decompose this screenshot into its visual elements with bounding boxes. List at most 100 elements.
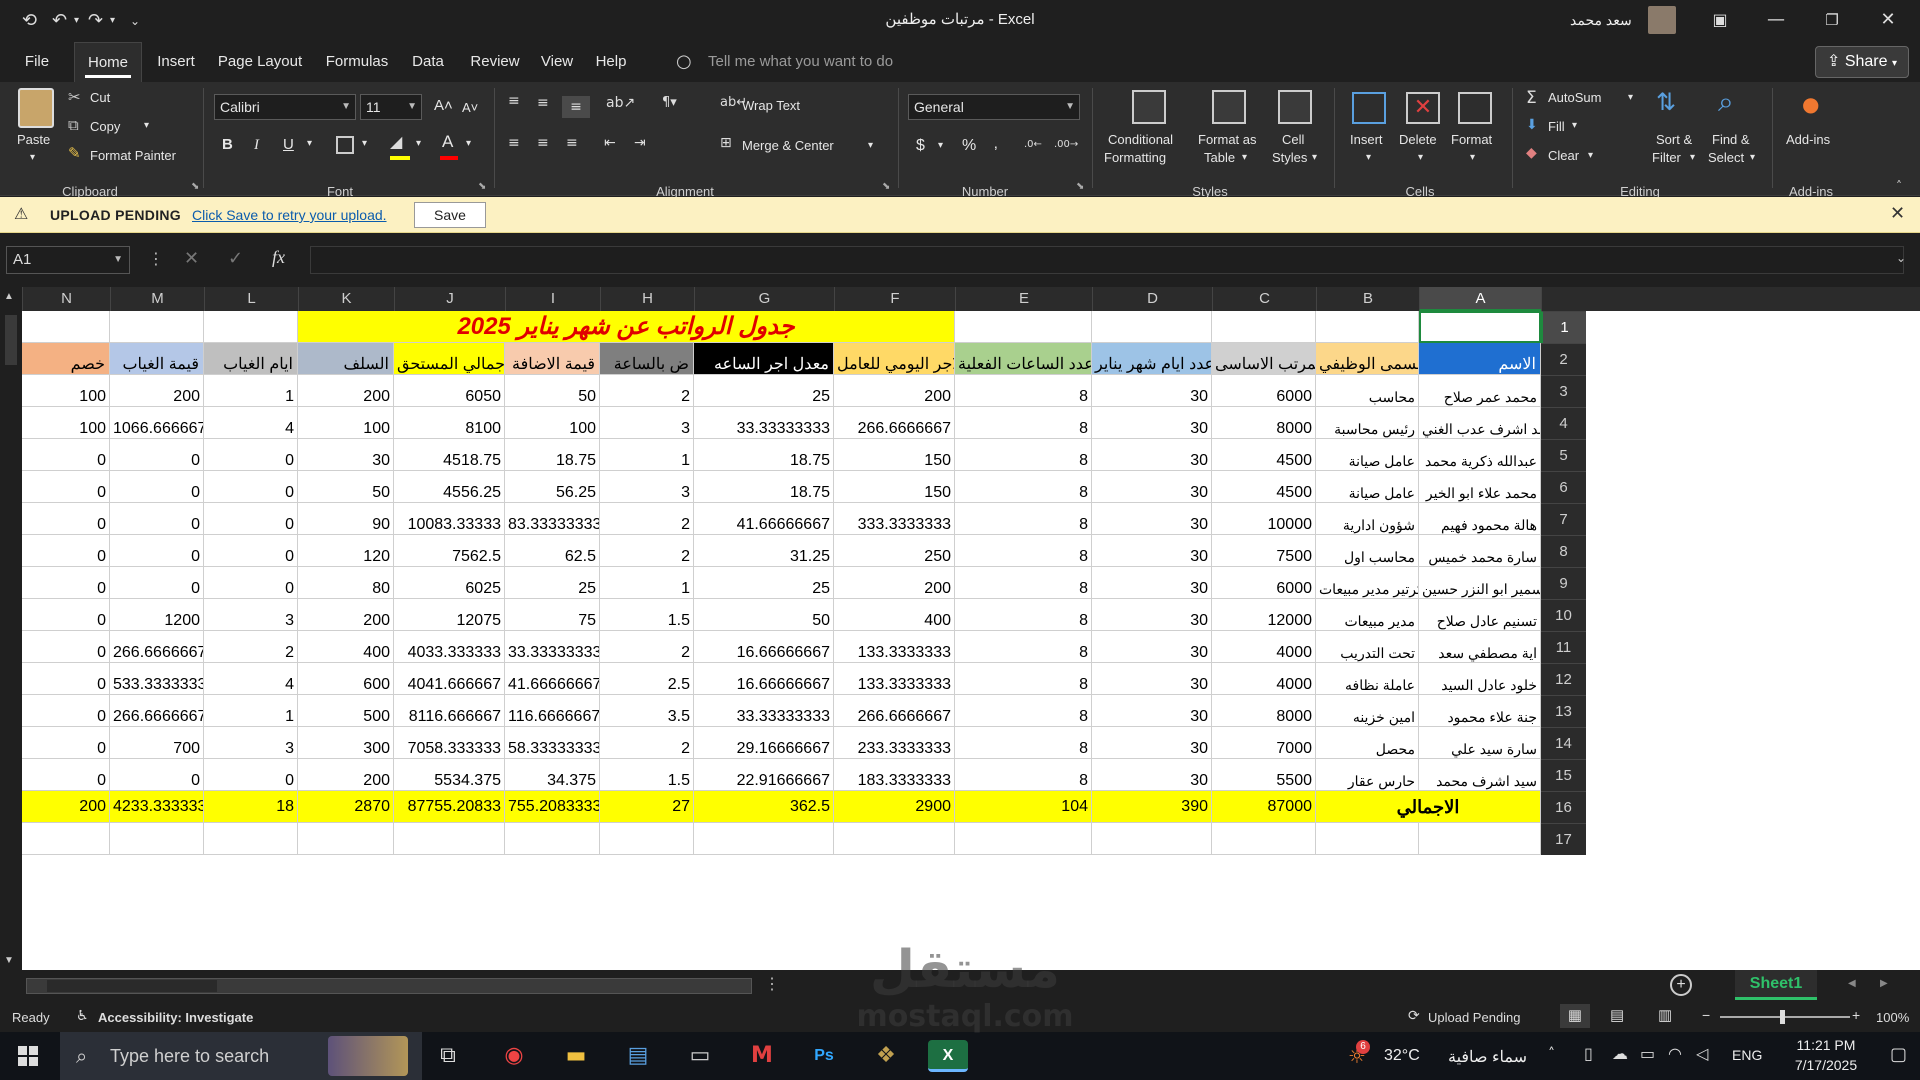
- cell[interactable]: [694, 823, 834, 855]
- cell[interactable]: [204, 311, 298, 343]
- value-cell[interactable]: 150: [834, 471, 955, 503]
- value-cell[interactable]: 30: [1092, 567, 1212, 599]
- value-cell[interactable]: 0: [204, 471, 298, 503]
- insert-chevron-icon[interactable]: ▾: [1366, 150, 1371, 166]
- job-title-cell[interactable]: رئيس محاسبة: [1316, 407, 1419, 439]
- value-cell[interactable]: 233.3333333: [834, 727, 955, 759]
- terminal-icon[interactable]: ▭: [680, 1040, 720, 1072]
- value-cell[interactable]: 100: [505, 407, 600, 439]
- value-cell[interactable]: 2.5: [600, 663, 694, 695]
- value-cell[interactable]: 2: [600, 375, 694, 407]
- copy-chevron-icon[interactable]: ▾: [144, 118, 149, 134]
- value-cell[interactable]: 4000: [1212, 631, 1316, 663]
- tab-data[interactable]: Data: [406, 42, 450, 82]
- increase-indent-icon[interactable]: ⇥: [634, 136, 646, 150]
- value-cell[interactable]: 4500: [1212, 471, 1316, 503]
- scissors-icon[interactable]: ✂: [68, 90, 81, 105]
- job-title-cell[interactable]: امين خزينه: [1316, 695, 1419, 727]
- orientation-icon[interactable]: ab↗: [606, 96, 635, 110]
- cell[interactable]: [1092, 311, 1212, 343]
- language-indicator[interactable]: ENG: [1732, 1047, 1762, 1063]
- delete-chevron-icon[interactable]: ▾: [1418, 150, 1423, 166]
- value-cell[interactable]: 3: [204, 599, 298, 631]
- tab-help[interactable]: Help: [592, 42, 630, 82]
- value-cell[interactable]: 4500: [1212, 439, 1316, 471]
- employee-name-cell[interactable]: عبدالله ذكرية محمد: [1419, 439, 1541, 471]
- value-cell[interactable]: 300: [298, 727, 394, 759]
- paste-button[interactable]: Paste: [17, 132, 50, 148]
- weather-text[interactable]: سماء صافية: [1448, 1047, 1527, 1067]
- photoshop-icon[interactable]: Ps: [804, 1040, 844, 1072]
- value-cell[interactable]: 7000: [1212, 727, 1316, 759]
- header-cell[interactable]: المسمى الوظيفي: [1316, 343, 1419, 375]
- value-cell[interactable]: 29.16666667: [694, 727, 834, 759]
- addins-button[interactable]: Add-ins: [1786, 132, 1830, 148]
- cell[interactable]: [394, 823, 505, 855]
- value-cell[interactable]: 2: [600, 727, 694, 759]
- value-cell[interactable]: 8: [955, 503, 1092, 535]
- value-cell[interactable]: 6000: [1212, 375, 1316, 407]
- value-cell[interactable]: 100: [22, 407, 110, 439]
- cell-styles-label-2[interactable]: Styles: [1272, 150, 1307, 166]
- column-header-b[interactable]: B: [1316, 287, 1419, 311]
- value-cell[interactable]: 0: [22, 727, 110, 759]
- job-title-cell[interactable]: شؤون ادارية: [1316, 503, 1419, 535]
- value-cell[interactable]: 333.3333333: [834, 503, 955, 535]
- total-cell[interactable]: 18: [204, 791, 298, 823]
- enter-icon[interactable]: ✓: [228, 248, 243, 269]
- value-cell[interactable]: 25: [694, 375, 834, 407]
- task-view-icon[interactable]: ⧉: [428, 1040, 468, 1072]
- employee-name-cell[interactable]: هالة محمود فهيم: [1419, 503, 1541, 535]
- value-cell[interactable]: 0: [204, 503, 298, 535]
- value-cell[interactable]: 8: [955, 439, 1092, 471]
- value-cell[interactable]: 18.75: [694, 439, 834, 471]
- align-left-icon[interactable]: ≡: [508, 136, 520, 150]
- percent-button[interactable]: %: [962, 138, 976, 154]
- font-color-chevron-icon[interactable]: ▾: [466, 136, 471, 152]
- value-cell[interactable]: 3: [600, 407, 694, 439]
- value-cell[interactable]: 30: [1092, 503, 1212, 535]
- battery-icon[interactable]: ▭: [1640, 1044, 1655, 1063]
- value-cell[interactable]: 34.375: [505, 759, 600, 791]
- total-cell[interactable]: 87000: [1212, 791, 1316, 823]
- cancel-icon[interactable]: ✕: [184, 248, 199, 269]
- windows-start-icon[interactable]: [18, 1046, 38, 1066]
- value-cell[interactable]: 0: [22, 439, 110, 471]
- value-cell[interactable]: 41.66666667: [694, 503, 834, 535]
- font-size-dropdown[interactable]: 11 ▼: [360, 94, 422, 120]
- value-cell[interactable]: 1200: [110, 599, 204, 631]
- value-cell[interactable]: 8: [955, 567, 1092, 599]
- fill-down-icon[interactable]: ⬇: [1526, 118, 1538, 132]
- value-cell[interactable]: 12075: [394, 599, 505, 631]
- value-cell[interactable]: 200: [110, 375, 204, 407]
- column-header-g[interactable]: G: [694, 287, 834, 311]
- value-cell[interactable]: 75: [505, 599, 600, 631]
- column-header-f[interactable]: F: [834, 287, 955, 311]
- cell[interactable]: [1419, 823, 1541, 855]
- employee-name-cell[interactable]: تسنيم عادل صلاح: [1419, 599, 1541, 631]
- value-cell[interactable]: 3: [204, 727, 298, 759]
- cell[interactable]: [834, 823, 955, 855]
- value-cell[interactable]: 83.33333333: [505, 503, 600, 535]
- employee-name-cell[interactable]: سارة محمد خميس: [1419, 535, 1541, 567]
- value-cell[interactable]: 0: [22, 503, 110, 535]
- cell[interactable]: [110, 823, 204, 855]
- total-cell[interactable]: 362.5: [694, 791, 834, 823]
- tab-file[interactable]: File: [14, 42, 60, 82]
- row-header-16[interactable]: 16: [1541, 791, 1586, 823]
- job-title-cell[interactable]: مدير مبيعات: [1316, 599, 1419, 631]
- app-m-icon[interactable]: M: [742, 1040, 782, 1072]
- file-explorer-icon[interactable]: ▬: [556, 1040, 596, 1072]
- value-cell[interactable]: 266.6666667: [110, 695, 204, 727]
- insert-function-button[interactable]: fx: [272, 247, 285, 268]
- value-cell[interactable]: 4000: [1212, 663, 1316, 695]
- value-cell[interactable]: 8: [955, 535, 1092, 567]
- value-cell[interactable]: 0: [110, 535, 204, 567]
- currency-chevron-icon[interactable]: ▾: [938, 138, 943, 154]
- zoom-in-icon[interactable]: +: [1852, 1007, 1860, 1023]
- totals-label[interactable]: الاجمالي: [1316, 791, 1541, 823]
- cell-styles-label[interactable]: Cell: [1282, 132, 1304, 148]
- value-cell[interactable]: 33.33333333: [694, 407, 834, 439]
- job-title-cell[interactable]: سكرتير مدير مبيعات: [1316, 567, 1419, 599]
- find-select-label-2[interactable]: Select: [1708, 150, 1744, 166]
